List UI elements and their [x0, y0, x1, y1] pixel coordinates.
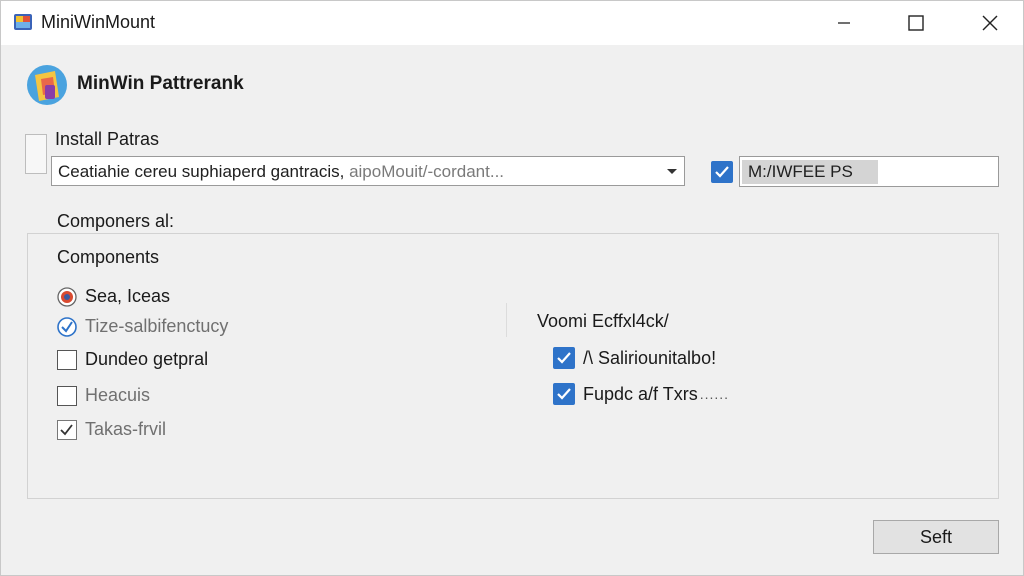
option-label: Heacuis	[85, 385, 151, 405]
window-title: MiniWinMount	[41, 12, 156, 32]
option-takas[interactable]: Takas-frvil	[57, 419, 166, 440]
checkbox[interactable]	[553, 383, 575, 405]
install-path-dropdown[interactable]: Ceatiahie cereu suphiaperd gantracis, ai…	[51, 156, 685, 186]
dropdown-value: Ceatiahie cereu suphiaperd gantracis, ai…	[58, 162, 505, 181]
option-suffix: ......	[699, 386, 730, 402]
option-saliriounitalbo[interactable]: /\ Saliriounitalbo!	[553, 347, 716, 369]
components-label: Componers al:	[57, 211, 175, 231]
divider	[506, 303, 507, 337]
badge-radio-icon	[57, 286, 77, 307]
close-icon	[982, 15, 998, 31]
maximize-button[interactable]	[893, 1, 939, 45]
chevron-down-icon	[667, 169, 677, 174]
option-label: Fupdc a/f Txrs	[583, 383, 698, 404]
checkbox[interactable]	[553, 347, 575, 369]
checkmark-icon	[60, 423, 73, 435]
option-label: Takas-frvil	[85, 419, 167, 439]
install-label: Install Patras	[55, 129, 160, 149]
path-field[interactable]: M:/IWFEE PS	[739, 156, 999, 187]
option-heacuis[interactable]: Heacuis	[57, 385, 150, 406]
checkbox[interactable]	[57, 349, 77, 370]
checkmark-icon	[557, 352, 571, 364]
checkmark-icon	[557, 388, 571, 400]
right-column-heading: Voomi Ecffxl4ck/	[537, 311, 669, 331]
seft-button[interactable]: Seft	[873, 520, 999, 554]
path-value: M:/IWFEE PS	[742, 160, 878, 184]
close-button[interactable]	[967, 1, 1013, 45]
radio-checked-icon	[57, 316, 77, 337]
minimize-icon	[838, 22, 850, 24]
option-label: Sea, Iceas	[85, 286, 171, 306]
option-sea-ideas[interactable]: Sea, Iceas	[57, 286, 170, 307]
components-group-title: Components	[57, 247, 160, 267]
install-checkbox[interactable]	[25, 134, 47, 174]
minimize-button[interactable]	[821, 1, 867, 45]
option-fupdc[interactable]: Fupdc a/f Txrs ......	[553, 383, 729, 405]
app-logo-icon	[27, 65, 67, 105]
path-checkbox[interactable]	[711, 161, 733, 183]
option-dundeo[interactable]: Dundeo getpral	[57, 349, 208, 370]
maximize-icon	[908, 15, 924, 31]
option-label: Dundeo getpral	[85, 349, 209, 369]
option-tize[interactable]: Tize-salbifenctucy	[57, 316, 228, 337]
app-window: MiniWinMount MinWin Pattrerank Install P…	[0, 0, 1024, 576]
header-title: MinWin Pattrerank	[77, 73, 244, 94]
checkmark-icon	[715, 166, 729, 178]
checkbox[interactable]	[57, 385, 77, 406]
checkbox[interactable]	[57, 419, 77, 440]
app-icon	[14, 14, 32, 30]
option-label: Tize-salbifenctucy	[85, 316, 229, 336]
option-label: /\ Saliriounitalbo!	[583, 347, 717, 368]
title-bar: MiniWinMount	[1, 1, 1023, 45]
